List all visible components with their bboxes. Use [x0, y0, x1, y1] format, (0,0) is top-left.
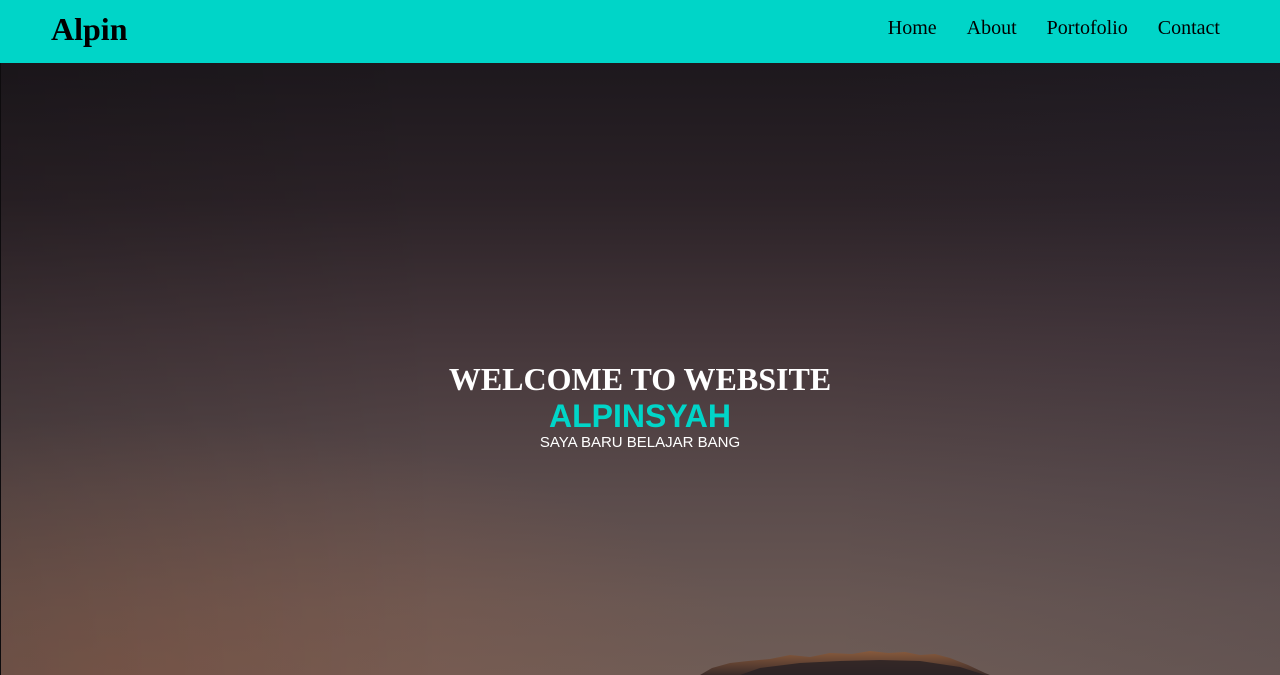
nav-item-home: Home: [888, 16, 937, 40]
hero-tagline: SAYA BARU BELAJAR BANG: [539, 434, 741, 451]
nav-item-contact: Contact: [1158, 16, 1220, 40]
nav-item-about: About: [967, 16, 1017, 40]
nav-link-contact[interactable]: Contact: [1158, 17, 1220, 39]
hero-name: ALPINSYAH: [549, 398, 731, 434]
hero-text-block: WELCOME TO WEBSITE ALPINSYAH SAYA BARU B…: [0, 360, 1280, 452]
nav-link-portofolio[interactable]: Portofolio: [1047, 17, 1128, 39]
nav-link-about[interactable]: About: [967, 17, 1017, 39]
nav-item-portofolio: Portofolio: [1047, 16, 1128, 40]
hero-heading: WELCOME TO WEBSITE: [448, 361, 832, 397]
top-navbar: Alpin Home About Portofolio Contact: [0, 0, 1280, 63]
nav-link-home[interactable]: Home: [888, 17, 937, 39]
nav-menu: Home About Portofolio Contact: [888, 16, 1220, 40]
hero-section: WELCOME TO WEBSITE ALPINSYAH SAYA BARU B…: [0, 63, 1280, 675]
brand-logo[interactable]: Alpin: [51, 10, 127, 48]
